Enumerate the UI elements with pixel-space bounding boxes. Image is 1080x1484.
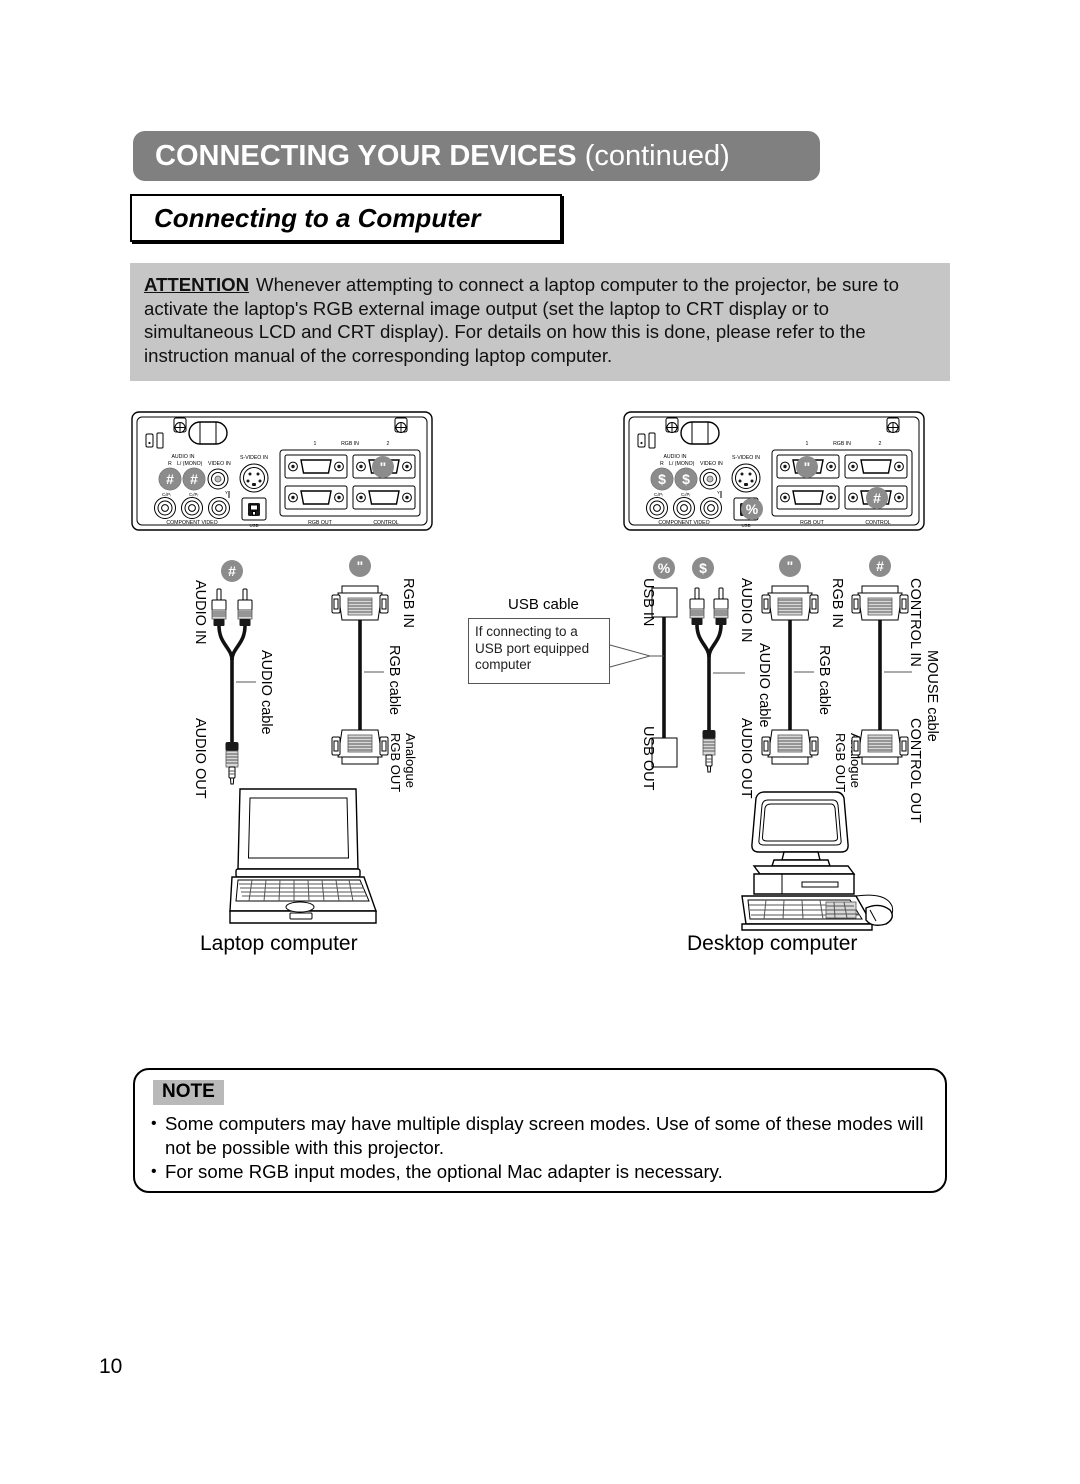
label-control-in: CONTROL IN <box>907 578 923 667</box>
desktop-mouse-cable-group: # CONTROL IN MOUSE cable CONTROL OUT <box>851 555 940 823</box>
bullet-icon: • <box>151 1115 157 1132</box>
usb-cable-label: USB cable <box>508 596 579 613</box>
section-title: Connecting to a Computer <box>154 202 481 233</box>
badge-marker-mouse-cable: # <box>869 555 891 577</box>
badge-marker-rgb-cable-desktop: " <box>779 555 801 577</box>
laptop-illustration <box>229 788 377 924</box>
note-item-text: Some computers may have multiple display… <box>165 1113 924 1158</box>
projector-panel-right: $ $ % " # <box>623 411 925 531</box>
page-title: CONNECTING YOUR DEVICES (continued) <box>133 140 730 173</box>
desktop-audio-cable-group: $ AUDIO IN AUDIO cable AUDIO OUT <box>689 557 772 799</box>
badge-marker-rgb-left: " <box>372 456 394 478</box>
desktop-rgb-cable-group: " RGB IN RGB cable Analogue RGB OUT <box>761 555 863 792</box>
svg-text:": " <box>787 558 794 574</box>
svg-text:$: $ <box>658 471 666 487</box>
label-audio-cable-laptop: AUDIO cable <box>258 650 274 735</box>
badge-marker-audio-right: $ <box>651 468 673 490</box>
svg-text:": " <box>804 459 811 475</box>
bullet-icon: • <box>151 1163 157 1180</box>
svg-text:$: $ <box>682 471 690 487</box>
caption-laptop-computer: Laptop computer <box>200 932 358 955</box>
attention-label: ATTENTION <box>144 274 250 295</box>
desktop-usb-cable-group: % USB IN USB OUT <box>609 557 678 791</box>
badge-marker-audio-cable-desktop: $ <box>692 557 714 579</box>
label-usb-out: USB OUT <box>640 726 656 791</box>
badge-marker-audio-left: # <box>159 468 181 490</box>
note-list-item: • Some computers may have multiple displ… <box>151 1112 931 1159</box>
label-control-out: CONTROL OUT <box>907 718 923 823</box>
badge-marker-rgb-cable: " <box>349 555 371 577</box>
label-mouse-cable: MOUSE cable <box>924 650 940 742</box>
usb-callout-line-3: computer <box>475 657 532 672</box>
note-box: NOTE • Some computers may have multiple … <box>133 1068 947 1193</box>
usb-callout-line-2: USB port equipped <box>475 640 590 656</box>
badge-marker-audio-cable: # <box>221 560 243 582</box>
page-title-main: CONNECTING YOUR DEVICES <box>155 139 577 172</box>
badge-marker-rgbin-right: " <box>796 456 818 478</box>
label-audio-out-laptop: AUDIO OUT <box>192 718 208 799</box>
label-audio-cable-desktop: AUDIO cable <box>756 643 772 728</box>
manual-page: CONNECTING YOUR DEVICES (continued) Conn… <box>0 0 1080 1484</box>
badge-marker-usb-cable: % <box>653 557 675 579</box>
note-label: NOTE <box>153 1080 224 1105</box>
badge-marker-audio-left-2: # <box>183 468 205 490</box>
label-analogue-desktop: Analogue <box>848 733 863 788</box>
laptop-audio-cable-group: # AUDIO IN AUDIO cable AUDIO OUT <box>192 560 274 799</box>
desktop-illustration <box>741 791 894 931</box>
label-rgb-in-desktop: RGB IN <box>829 578 845 628</box>
svg-text:#: # <box>190 471 198 487</box>
attention-body: Whenever attempting to connect a laptop … <box>144 274 899 366</box>
attention-paragraph: ATTENTION Whenever attempting to connect … <box>144 273 936 367</box>
laptop-rgb-cable-group: " RGB IN RGB cable Analogue RGB OUT <box>331 555 418 792</box>
label-rgb-in-laptop: RGB IN <box>400 578 416 628</box>
label-analogue-laptop: Analogue <box>403 733 418 788</box>
label-usb-in: USB IN <box>640 578 656 626</box>
note-list: • Some computers may have multiple displ… <box>151 1112 931 1185</box>
svg-text:#: # <box>228 563 236 579</box>
page-title-continued: (continued) <box>576 139 730 172</box>
page-number: 10 <box>99 1355 123 1378</box>
svg-text:%: % <box>658 560 671 576</box>
page-header-banner: CONNECTING YOUR DEVICES (continued) <box>133 131 820 181</box>
usb-callout-line-1: If connecting to a <box>475 624 578 639</box>
label-audio-in-laptop: AUDIO IN <box>192 580 208 644</box>
usb-callout-box: If connecting to a USB port equipped com… <box>468 618 610 684</box>
attention-box: ATTENTION Whenever attempting to connect … <box>130 263 950 381</box>
label-rgb-cable-laptop: RGB cable <box>386 645 402 715</box>
svg-text:": " <box>357 558 364 574</box>
projector-panel-left: # # " <box>131 411 433 531</box>
label-rgb-cable-desktop: RGB cable <box>816 645 832 715</box>
svg-text:": " <box>380 459 387 475</box>
svg-text:#: # <box>166 471 174 487</box>
svg-text:#: # <box>873 490 881 506</box>
badge-marker-usb-right: % <box>741 498 763 520</box>
svg-text:$: $ <box>699 560 707 576</box>
note-list-item: • For some RGB input modes, the optional… <box>151 1160 931 1184</box>
label-audio-in-desktop: AUDIO IN <box>738 578 754 642</box>
svg-text:%: % <box>746 501 759 517</box>
label-audio-out-desktop: AUDIO OUT <box>738 718 754 799</box>
section-title-box: Connecting to a Computer <box>130 194 562 242</box>
caption-desktop-computer: Desktop computer <box>687 932 858 955</box>
svg-text:#: # <box>876 558 884 574</box>
label-rgb-out-laptop: RGB OUT <box>388 733 403 792</box>
badge-marker-audio-right-2: $ <box>675 468 697 490</box>
label-rgb-out-desktop: RGB OUT <box>833 733 848 792</box>
badge-marker-control-right: # <box>866 487 888 509</box>
note-item-text: For some RGB input modes, the optional M… <box>165 1161 723 1182</box>
